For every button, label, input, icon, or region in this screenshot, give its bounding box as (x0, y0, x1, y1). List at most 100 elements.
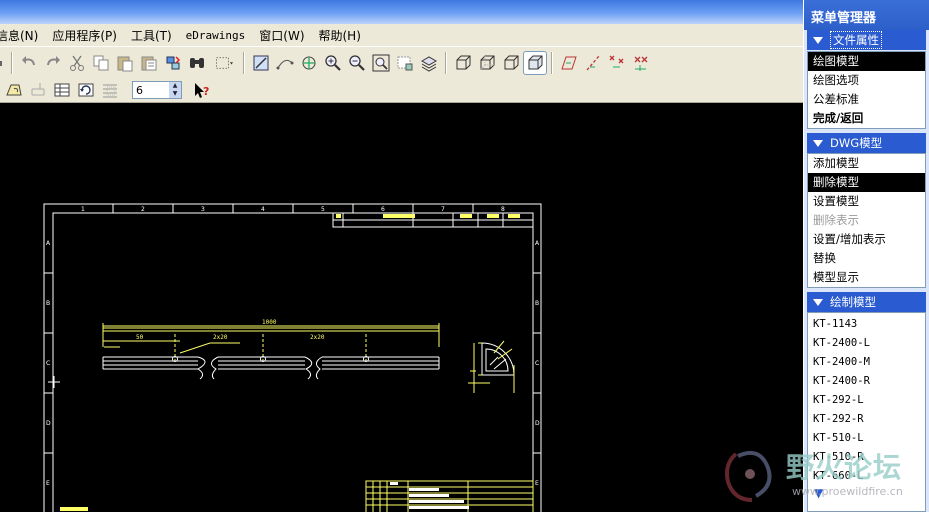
datum-point-icon[interactable] (605, 51, 629, 75)
toolbar-edge-icon[interactable] (0, 51, 7, 75)
datum-plane-icon[interactable] (557, 51, 581, 75)
select-box-icon[interactable] (209, 51, 239, 75)
menu-manager-title: 菜单管理器 (804, 0, 929, 30)
menu-item-drawing-models[interactable]: 绘图模型 (808, 52, 925, 71)
menu-item-set-model[interactable]: 设置模型 (808, 192, 925, 211)
redo-icon[interactable] (41, 51, 65, 75)
section-file-properties-label: 文件属性 (830, 31, 882, 49)
sketch-icon[interactable] (249, 51, 273, 75)
repeat-region-icon[interactable] (98, 78, 122, 102)
zoom-level-stepper[interactable]: 6 ▲ ▼ (132, 81, 182, 99)
menu-window[interactable]: 窗口(W) (252, 27, 311, 44)
menu-help[interactable]: 帮助(H) (312, 27, 368, 44)
menu-item-add-model[interactable]: 添加模型 (808, 154, 925, 173)
menu-edrawings[interactable]: eDrawings (179, 29, 253, 42)
menu-item-done-return[interactable]: 完成/返回 (808, 109, 925, 128)
menu-applications[interactable]: 应用程序(P) (45, 27, 124, 44)
model-item[interactable]: KT-1143 (808, 315, 925, 334)
cut-icon[interactable] (65, 51, 89, 75)
table-icon[interactable] (50, 78, 74, 102)
collapse-triangle-icon[interactable] (813, 36, 823, 44)
model-item[interactable]: KT-292-L (808, 391, 925, 410)
zoom-out-icon[interactable] (345, 51, 369, 75)
file-properties-list: 绘图模型 绘图选项 公差标准 完成/返回 (807, 51, 926, 129)
section-draw-models-label: 绘制模型 (830, 295, 876, 309)
zone-column-label: 1 (81, 206, 85, 213)
svg-text:?: ? (203, 85, 209, 98)
stepper-arrows-icon[interactable]: ▲ ▼ (169, 82, 181, 98)
zone-column-label: 5 (321, 206, 325, 213)
zone-column-label: 3 (201, 206, 205, 213)
dwg-models-list: 添加模型 删除模型 设置模型 删除表示 设置/增加表示 替换 模型显示 (807, 153, 926, 288)
section-file-properties[interactable]: 文件属性 (807, 30, 926, 50)
model-item[interactable]: KT-2400-R (808, 372, 925, 391)
menu-item-replace[interactable]: 替换 (808, 249, 925, 268)
zone-row-label: C (46, 360, 50, 367)
view-manager-icon[interactable] (393, 51, 417, 75)
dim-mid2-label: 2x20 (310, 334, 325, 341)
zone-row-label: E (46, 480, 50, 487)
sheet-inner-border (52, 212, 534, 512)
revision-table (332, 212, 534, 228)
layers-icon[interactable] (417, 51, 441, 75)
revision-table-text (336, 214, 520, 218)
zone-row-label: A (535, 240, 540, 247)
forum-watermark: 野火论坛 www.proewildfire.cn (716, 440, 929, 512)
zone-column-label: 8 (501, 206, 505, 213)
paste-special-icon[interactable] (137, 51, 161, 75)
main-toolbar (0, 46, 803, 78)
datum-curve-icon[interactable] (273, 51, 297, 75)
no-hidden-icon[interactable] (499, 51, 523, 75)
move-sheet-icon[interactable] (26, 78, 50, 102)
undo-icon[interactable] (17, 51, 41, 75)
find-icon[interactable] (185, 51, 209, 75)
menu-item-set-add-rep[interactable]: 设置/增加表示 (808, 230, 925, 249)
datum-axis-icon[interactable] (581, 51, 605, 75)
section-draw-models[interactable]: 绘制模型 (807, 292, 926, 312)
section-dwg-models[interactable]: DWG模型 (807, 133, 926, 153)
secondary-toolbar: 6 ▲ ▼ ? (0, 78, 803, 103)
refit-icon[interactable] (369, 51, 393, 75)
menu-item-model-display[interactable]: 模型显示 (808, 268, 925, 287)
shading-icon[interactable] (523, 50, 547, 75)
zone-row-label: C (535, 360, 539, 367)
section-dwg-models-label: DWG模型 (830, 136, 883, 150)
menu-item-drawing-options[interactable]: 绘图选项 (808, 71, 925, 90)
model-item[interactable]: KT-2400-L (808, 334, 925, 353)
menu-item-delete-model[interactable]: 删除模型 (808, 173, 925, 192)
zone-row-label: D (46, 420, 51, 427)
paste-icon[interactable] (113, 51, 137, 75)
menu-tools[interactable]: 工具(T) (124, 27, 179, 44)
sheet-icon[interactable] (2, 78, 26, 102)
main-view: 1000 50 2x20 2x20 (102, 319, 440, 380)
zone-row-label: A (46, 240, 51, 247)
menu-info[interactable]: 信息(N) (0, 27, 45, 44)
menu-item-tolerance-standard[interactable]: 公差标准 (808, 90, 925, 109)
menu-manager: 菜单管理器 文件属性 绘图模型 绘图选项 公差标准 完成/返回 DWG模型 添加… (803, 0, 929, 512)
collapse-triangle-icon[interactable] (813, 139, 823, 147)
model-item[interactable]: KT-292-R (808, 410, 925, 429)
zone-column-markers: 1 2 3 4 5 6 7 8 (81, 204, 505, 213)
zone-row-label: D (535, 420, 540, 427)
hidden-line-icon[interactable] (475, 51, 499, 75)
menu-bar: 信息(N) 应用程序(P) 工具(T) eDrawings 窗口(W) 帮助(H… (0, 24, 803, 46)
context-help-icon[interactable]: ? (190, 78, 214, 102)
watermark-url: www.proewildfire.cn (792, 485, 903, 498)
zoom-level-value[interactable]: 6 (136, 84, 143, 97)
separator (551, 51, 553, 74)
coord-sys-icon[interactable] (629, 51, 653, 75)
spin-center-icon[interactable] (297, 51, 321, 75)
drawing-canvas[interactable]: 12345678 AABBCCDDEE 1000 50 2x20 2x20 (0, 103, 803, 512)
wireframe-icon[interactable] (451, 51, 475, 75)
zone-column-label: 6 (381, 206, 385, 213)
zoom-in-icon[interactable] (321, 51, 345, 75)
copy-icon[interactable] (89, 51, 113, 75)
model-item[interactable]: KT-2400-M (808, 353, 925, 372)
update-table-icon[interactable] (74, 78, 98, 102)
dim-overall-label: 1000 (262, 319, 277, 326)
separator (243, 51, 245, 74)
regenerate-icon[interactable] (161, 51, 185, 75)
collapse-triangle-icon[interactable] (813, 298, 823, 306)
zone-column-label: 4 (261, 206, 265, 213)
drawing-sheet: 12345678 A AB BC CD DE E 1000 50 2x20 2x… (43, 203, 542, 512)
